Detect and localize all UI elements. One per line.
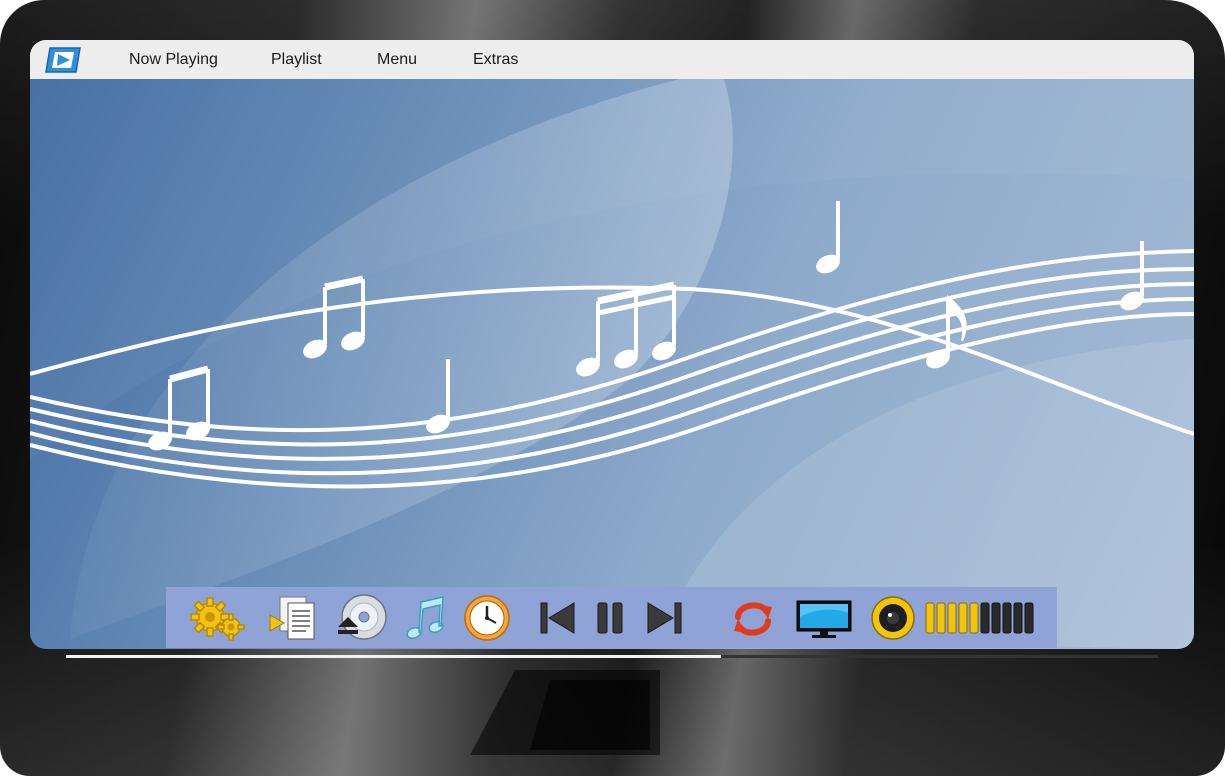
playback-progress-fill: [66, 655, 722, 658]
volume-segment[interactable]: [936, 602, 946, 634]
volume-segment[interactable]: [1002, 602, 1012, 634]
menu-playlist[interactable]: Playlist: [271, 51, 322, 69]
previous-track-icon[interactable]: [538, 593, 578, 643]
app-logo-icon[interactable]: [44, 46, 82, 74]
repeat-icon[interactable]: [730, 593, 776, 643]
volume-segment[interactable]: [980, 602, 990, 634]
volume-segment[interactable]: [958, 602, 968, 634]
playlist-documents-icon[interactable]: [266, 593, 320, 643]
music-note-icon[interactable]: [404, 593, 448, 643]
menu-now-playing[interactable]: Now Playing: [129, 51, 218, 69]
volume-segment[interactable]: [1013, 602, 1023, 634]
speaker-icon[interactable]: [870, 593, 916, 643]
settings-gears-icon[interactable]: [188, 593, 246, 643]
volume-segment[interactable]: [991, 602, 1001, 634]
volume-segment[interactable]: [947, 602, 957, 634]
control-toolbar: [166, 587, 1057, 648]
menu-menu[interactable]: Menu: [377, 51, 417, 69]
pause-icon[interactable]: [594, 593, 626, 643]
playback-progress-track[interactable]: [66, 655, 1158, 658]
monitor-stand: [470, 670, 660, 755]
volume-segment[interactable]: [969, 602, 979, 634]
display-monitor-icon[interactable]: [794, 593, 854, 643]
player-screen: Now Playing Playlist Menu Extras: [30, 40, 1194, 649]
next-track-icon[interactable]: [644, 593, 684, 643]
volume-level-bar[interactable]: [924, 593, 1034, 643]
volume-segment[interactable]: [1024, 602, 1034, 634]
menu-bar: Now Playing Playlist Menu Extras: [30, 40, 1194, 79]
clock-icon[interactable]: [462, 593, 512, 643]
music-wallpaper: [30, 79, 1194, 649]
volume-segment[interactable]: [925, 602, 935, 634]
menu-extras[interactable]: Extras: [473, 51, 518, 69]
eject-disc-icon[interactable]: [332, 593, 390, 643]
